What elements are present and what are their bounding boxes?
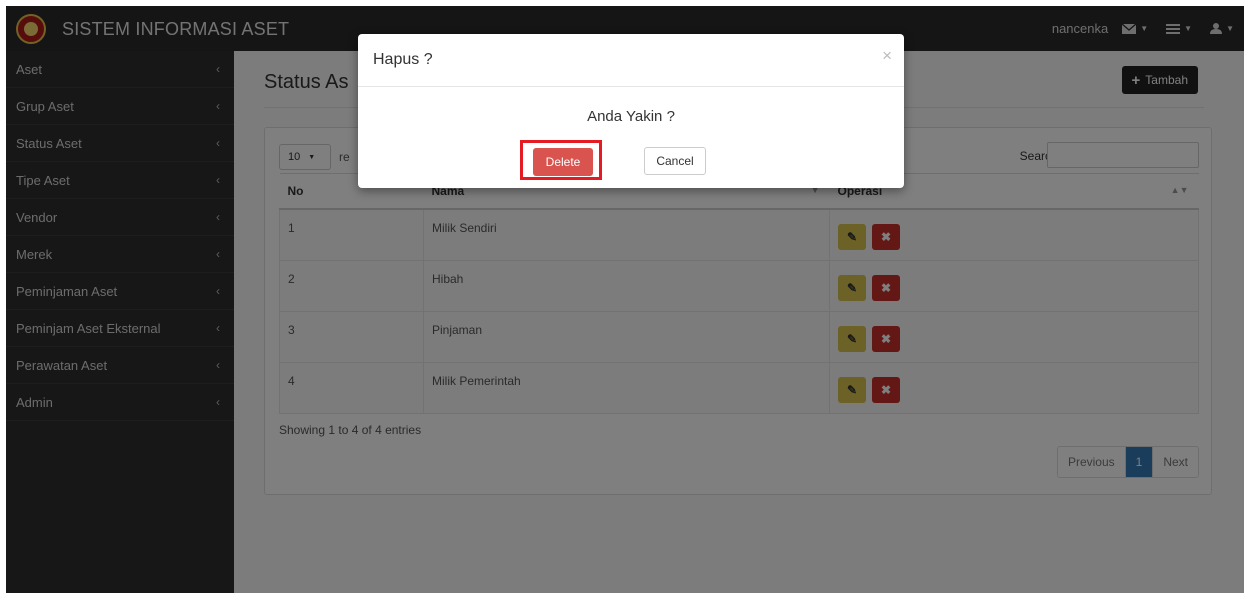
modal-message: Anda Yakin ? [587,108,675,125]
modal-title: Hapus ? [373,51,433,68]
delete-button[interactable]: Delete [533,148,593,176]
confirm-delete-dialog: Hapus ? × Anda Yakin ? Delete Cancel [358,34,904,188]
modal-header: Hapus ? × [358,34,904,87]
app-window: SISTEM INFORMASI ASET nancenka ▼ ▼ ▼ Ase… [6,6,1244,593]
cancel-button[interactable]: Cancel [644,147,706,175]
close-icon[interactable]: × [882,46,892,66]
modal-body: Anda Yakin ? Delete Cancel [358,86,904,188]
